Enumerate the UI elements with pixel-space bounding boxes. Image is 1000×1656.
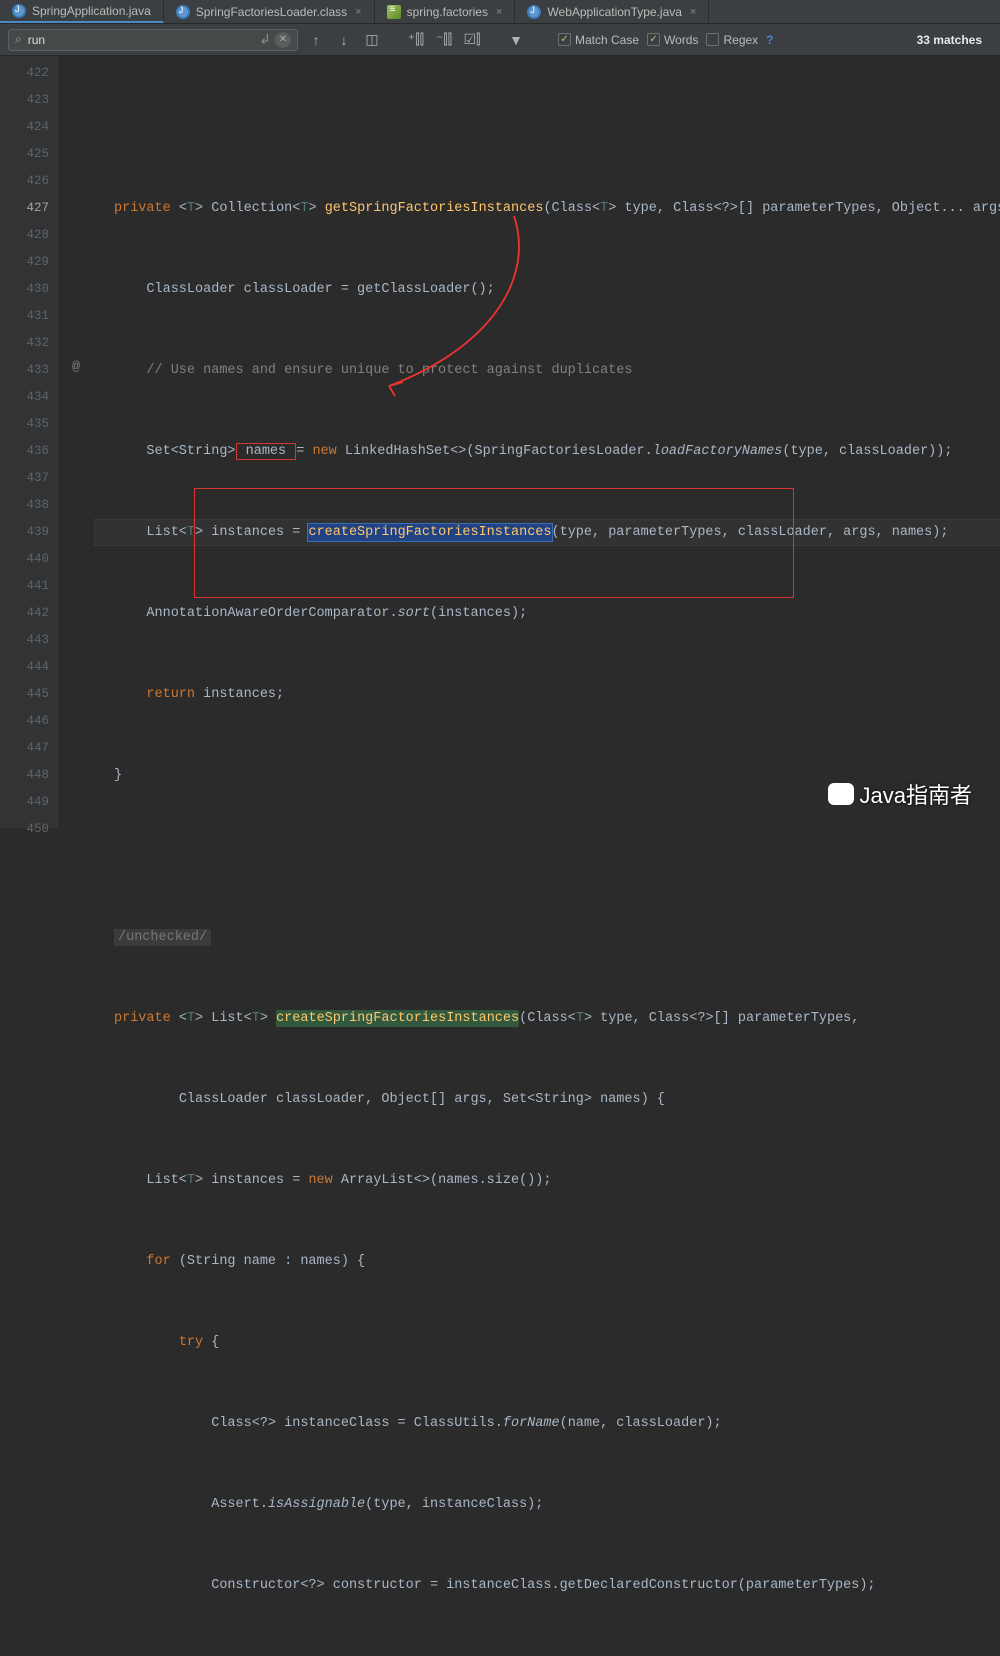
next-match-icon[interactable]: ↓ <box>334 30 354 50</box>
tab-spring-application[interactable]: SpringApplication.java <box>0 0 164 23</box>
java-icon <box>12 4 26 18</box>
code-line: Class<?> instanceClass = ClassUtils.forN… <box>94 1410 1000 1437</box>
wechat-icon <box>828 783 854 805</box>
regex-checkbox[interactable]: Regex <box>706 33 758 47</box>
find-bar: ⌕ ↲ ✕ ↑ ↓ ◫ ⁺⫿⫿ ⁻⫿⫿ ☑⫿ ▼ ✓Match Case ✓Wo… <box>0 24 1000 56</box>
code-line-current: List<T> instances = createSpringFactorie… <box>94 519 1000 546</box>
code-line: for (String name : names) { <box>94 1248 1000 1275</box>
find-input-box[interactable]: ⌕ ↲ ✕ <box>8 29 298 51</box>
code-line: Assert.isAssignable(type, instanceClass)… <box>94 1491 1000 1518</box>
annotation-gutter: @ <box>58 56 94 828</box>
watermark: Java指南者 <box>828 778 972 810</box>
java-icon <box>176 5 190 19</box>
code-line <box>94 114 1000 141</box>
code-line: try { <box>94 1329 1000 1356</box>
tab-label: SpringApplication.java <box>32 4 151 18</box>
tab-spring-factories-loader[interactable]: SpringFactoriesLoader.class × <box>164 0 375 23</box>
java-icon <box>527 5 541 19</box>
code-line: Set<String> names = new LinkedHashSet<>(… <box>94 438 1000 465</box>
match-case-checkbox[interactable]: ✓Match Case <box>558 33 639 47</box>
code-line: T instance = (T) BeanUtils.instantiateCl… <box>94 1653 1000 1656</box>
tab-spring-factories-file[interactable]: spring.factories × <box>375 0 516 23</box>
tab-label: SpringFactoriesLoader.class <box>196 5 347 19</box>
select-all-icon[interactable]: ◫ <box>362 30 382 50</box>
newline-icon[interactable]: ↲ <box>255 30 275 50</box>
tab-label: WebApplicationType.java <box>547 5 682 19</box>
prev-match-icon[interactable]: ↑ <box>306 30 326 50</box>
tab-web-application-type[interactable]: WebApplicationType.java × <box>515 0 709 23</box>
code-line: Constructor<?> constructor = instanceCla… <box>94 1572 1000 1599</box>
line-gutter: 4224234244254264274284294304314324334344… <box>0 56 58 828</box>
filter-icon[interactable]: ▼ <box>506 30 526 50</box>
words-checkbox[interactable]: ✓Words <box>647 33 698 47</box>
code-line: AnnotationAwareOrderComparator.sort(inst… <box>94 600 1000 627</box>
add-selection-icon[interactable]: ⁺⫿⫿ <box>406 30 426 50</box>
code-line: ClassLoader classLoader = getClassLoader… <box>94 276 1000 303</box>
close-icon[interactable]: × <box>496 6 502 18</box>
code-line: /unchecked/ <box>94 924 1000 951</box>
highlight-method-decl: createSpringFactoriesInstances <box>276 1010 519 1027</box>
search-icon: ⌕ <box>15 32 22 47</box>
close-icon[interactable]: × <box>355 6 361 18</box>
code-line: return instances; <box>94 681 1000 708</box>
select-occurrences-icon[interactable]: ☑⫿ <box>462 30 482 50</box>
close-icon[interactable]: × <box>690 6 696 18</box>
code-editor[interactable]: 4224234244254264274284294304314324334344… <box>0 56 1000 828</box>
code-line: ClassLoader classLoader, Object[] args, … <box>94 1086 1000 1113</box>
code-line: // Use names and ensure unique to protec… <box>94 357 1000 384</box>
remove-selection-icon[interactable]: ⁻⫿⫿ <box>434 30 454 50</box>
find-input[interactable] <box>28 33 255 47</box>
highlight-create-call: createSpringFactoriesInstances <box>308 524 551 541</box>
file-icon <box>387 5 401 19</box>
editor-tabs: SpringApplication.java SpringFactoriesLo… <box>0 0 1000 24</box>
match-count: 33 matches <box>917 33 982 47</box>
clear-icon[interactable]: ✕ <box>275 32 291 48</box>
code-area[interactable]: private <T> Collection<T> getSpringFacto… <box>94 56 1000 828</box>
code-line: private <T> List<T> createSpringFactorie… <box>94 1005 1000 1032</box>
help-icon[interactable]: ? <box>766 33 773 47</box>
highlight-names-var: names <box>236 443 297 460</box>
code-line <box>94 843 1000 870</box>
annotation-unchecked: /unchecked/ <box>114 929 211 946</box>
code-line: private <T> Collection<T> getSpringFacto… <box>94 195 1000 222</box>
tab-label: spring.factories <box>407 5 488 19</box>
code-line: List<T> instances = new ArrayList<>(name… <box>94 1167 1000 1194</box>
